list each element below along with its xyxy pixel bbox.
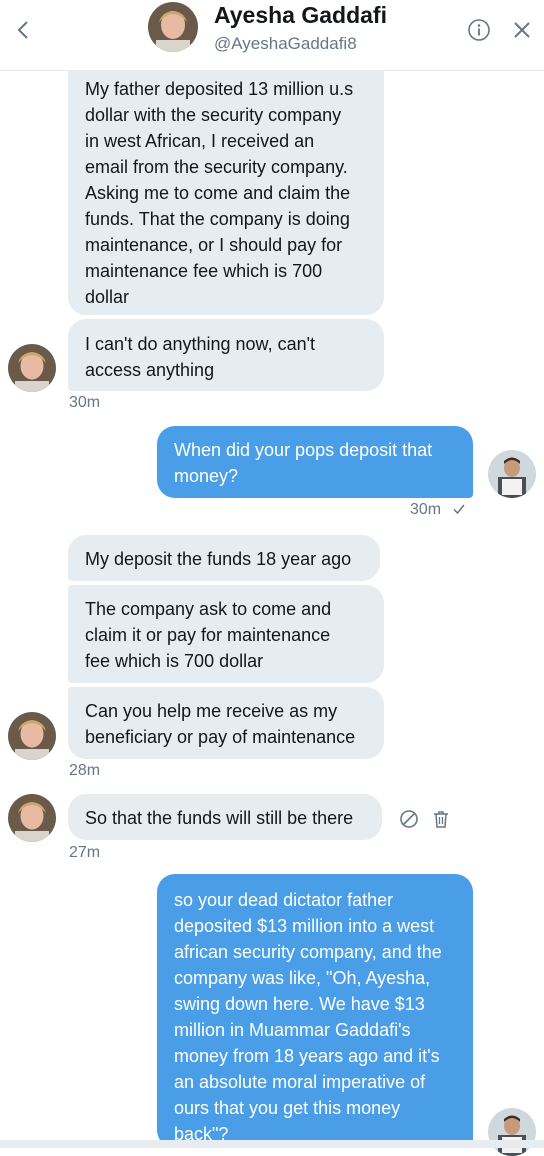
received-message[interactable]: I can't do anything now, can't access an…	[68, 319, 384, 391]
contact-avatar[interactable]	[8, 344, 56, 392]
contact-avatar[interactable]	[148, 2, 198, 52]
user-avatar[interactable]	[488, 1108, 536, 1156]
contact-avatar[interactable]	[8, 712, 56, 760]
message-timestamp: 28m	[69, 762, 101, 779]
report-message-button[interactable]	[398, 808, 420, 830]
info-icon	[468, 19, 490, 41]
bottom-edge	[0, 1140, 544, 1148]
close-icon	[514, 22, 530, 38]
received-message[interactable]: My father deposited 13 million u.s dolla…	[68, 60, 384, 315]
info-button[interactable]	[466, 17, 492, 43]
conversation-header: Ayesha Gaddafi @AyeshaGaddafi8	[0, 0, 544, 71]
checkmark-icon	[453, 504, 465, 515]
delete-message-button[interactable]	[430, 808, 452, 830]
close-button[interactable]	[510, 18, 534, 42]
block-icon	[400, 810, 418, 828]
received-message[interactable]: My deposit the funds 18 year ago	[68, 535, 380, 581]
message-timestamp: 27m	[69, 844, 101, 861]
user-avatar[interactable]	[488, 450, 536, 498]
received-message[interactable]: The company ask to come and claim it or …	[68, 585, 384, 683]
contact-avatar[interactable]	[8, 794, 56, 842]
contact-handle: @AyeshaGaddafi8	[214, 34, 357, 53]
sent-message[interactable]: When did your pops deposit that money?	[157, 426, 473, 498]
back-button[interactable]	[10, 16, 38, 44]
chevron-left-icon	[17, 21, 28, 39]
received-message[interactable]: So that the funds will still be there	[68, 794, 382, 840]
trash-icon	[434, 811, 448, 828]
sent-message[interactable]: so your dead dictator father deposited $…	[157, 874, 473, 1148]
received-message[interactable]: Can you help me receive as my beneficiar…	[68, 687, 384, 759]
message-timestamp: 30m	[410, 501, 442, 518]
message-timestamp: 30m	[69, 394, 101, 411]
contact-name: Ayesha Gaddafi	[214, 2, 387, 28]
